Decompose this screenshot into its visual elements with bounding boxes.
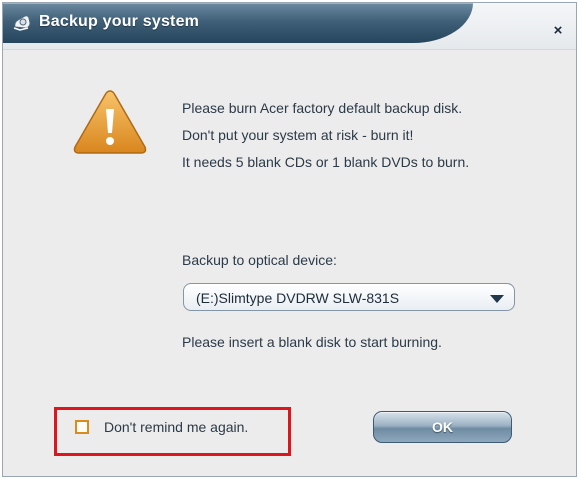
- backup-dialog: Backup your system × Please burn Acer fa…: [2, 2, 577, 477]
- message-line-3: It needs 5 blank CDs or 1 blank DVDs to …: [182, 154, 470, 170]
- dropdown-arrow-icon: [490, 295, 504, 303]
- message-line-2: Don't put your system at risk - burn it!: [182, 127, 414, 143]
- optical-device-label: Backup to optical device:: [182, 252, 337, 268]
- backup-disc-icon: [11, 11, 33, 33]
- ok-button[interactable]: OK: [373, 411, 512, 443]
- optical-device-select[interactable]: (E:)Slimtype DVDRW SLW-831S: [183, 283, 515, 311]
- close-button[interactable]: ×: [550, 23, 566, 39]
- backup-message: Please burn Acer factory default backup …: [182, 95, 469, 176]
- warning-triangle-icon: [71, 87, 149, 157]
- dont-remind-label[interactable]: Don't remind me again.: [104, 419, 248, 435]
- dont-remind-checkbox[interactable]: [75, 420, 89, 434]
- window-title: Backup your system: [39, 13, 200, 30]
- optical-device-selected-value: (E:)Slimtype DVDRW SLW-831S: [196, 290, 400, 306]
- message-line-1: Please burn Acer factory default backup …: [182, 100, 463, 116]
- insert-disk-message: Please insert a blank disk to start burn…: [182, 334, 442, 350]
- title-tab: Backup your system: [3, 3, 473, 43]
